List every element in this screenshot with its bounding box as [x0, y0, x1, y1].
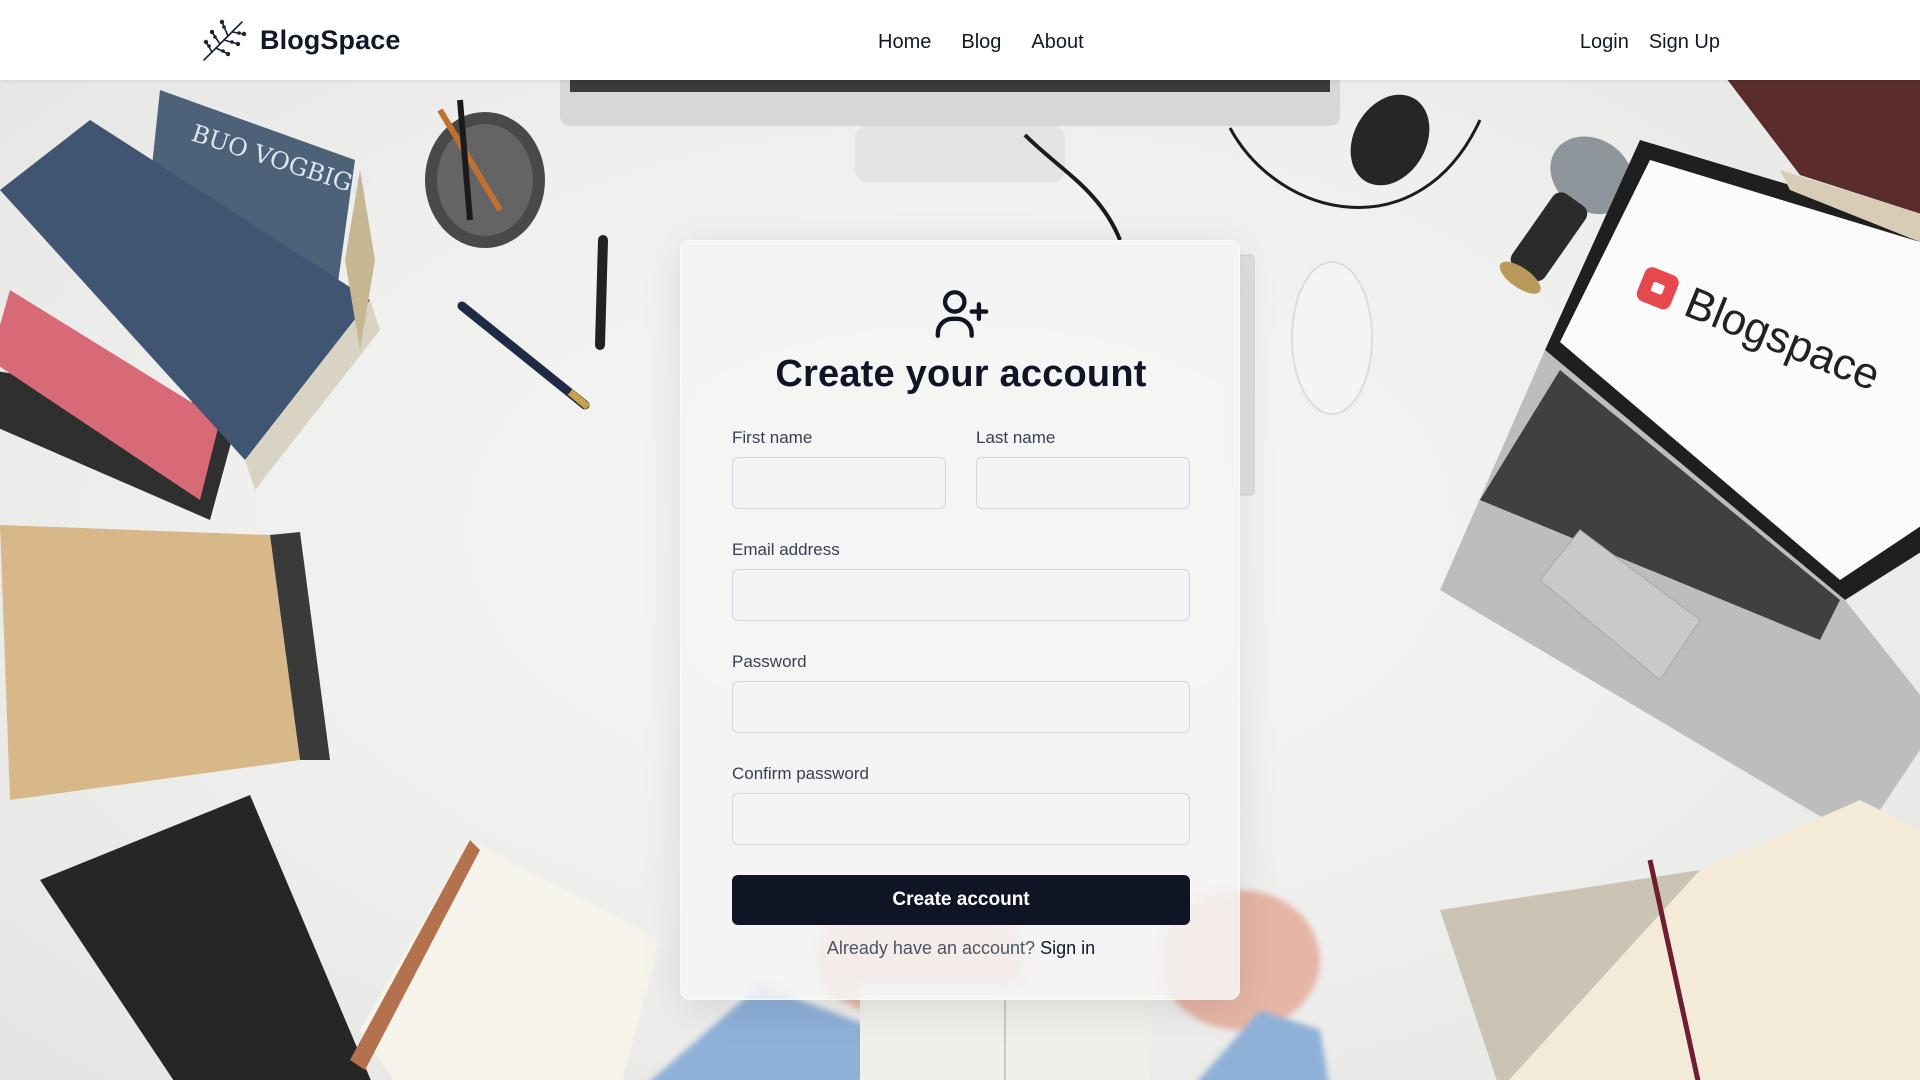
- email-field[interactable]: [732, 569, 1190, 621]
- brand-home-link[interactable]: BlogSpace: [198, 14, 400, 66]
- pen-cup-image: [425, 99, 545, 248]
- confirm-password-label: Confirm password: [732, 764, 869, 783]
- create-account-button[interactable]: Create account: [732, 875, 1190, 925]
- nav-login-link[interactable]: Login: [1580, 31, 1629, 54]
- signin-prompt-row: Already have an account? Sign in: [681, 938, 1241, 959]
- brand-name: BlogSpace: [260, 24, 401, 55]
- signin-prompt-text: Already have an account?: [826, 938, 1036, 958]
- email-label: Email address: [732, 540, 840, 559]
- laptop-image: Blogspace: [1440, 140, 1920, 840]
- password-label: Password: [732, 652, 807, 671]
- main-nav: Home Blog About: [878, 0, 1084, 84]
- first-name-label: First name: [732, 428, 813, 447]
- page-title: Create your account: [775, 353, 1147, 395]
- password-field[interactable]: [732, 681, 1190, 733]
- signup-page: Blogspace BUO VOGBIGE BlogSpace Home Blo…: [0, 0, 1920, 1080]
- lavender-sprig-icon: [203, 19, 247, 61]
- user-plus-icon: [935, 290, 989, 338]
- nav-home-link[interactable]: Home: [878, 31, 931, 54]
- nav-about-link[interactable]: About: [1031, 31, 1083, 54]
- nav-signup-link[interactable]: Sign Up: [1649, 31, 1720, 54]
- auth-nav: Login Sign Up: [1580, 0, 1720, 84]
- book-stack-image: BUO VOGBIGE: [0, 90, 380, 520]
- signup-form-card: Create your account First name Last name…: [680, 240, 1240, 1000]
- first-name-input[interactable]: [732, 457, 946, 509]
- monitor-image: [560, 80, 1340, 241]
- top-navbar: BlogSpace Home Blog About Login Sign Up: [0, 0, 1920, 80]
- confirm-password-field[interactable]: [732, 793, 1190, 845]
- last-name-input[interactable]: [976, 457, 1190, 509]
- nav-blog-link[interactable]: Blog: [961, 31, 1001, 54]
- last-name-label: Last name: [976, 428, 1056, 447]
- signin-link[interactable]: Sign in: [1040, 938, 1095, 958]
